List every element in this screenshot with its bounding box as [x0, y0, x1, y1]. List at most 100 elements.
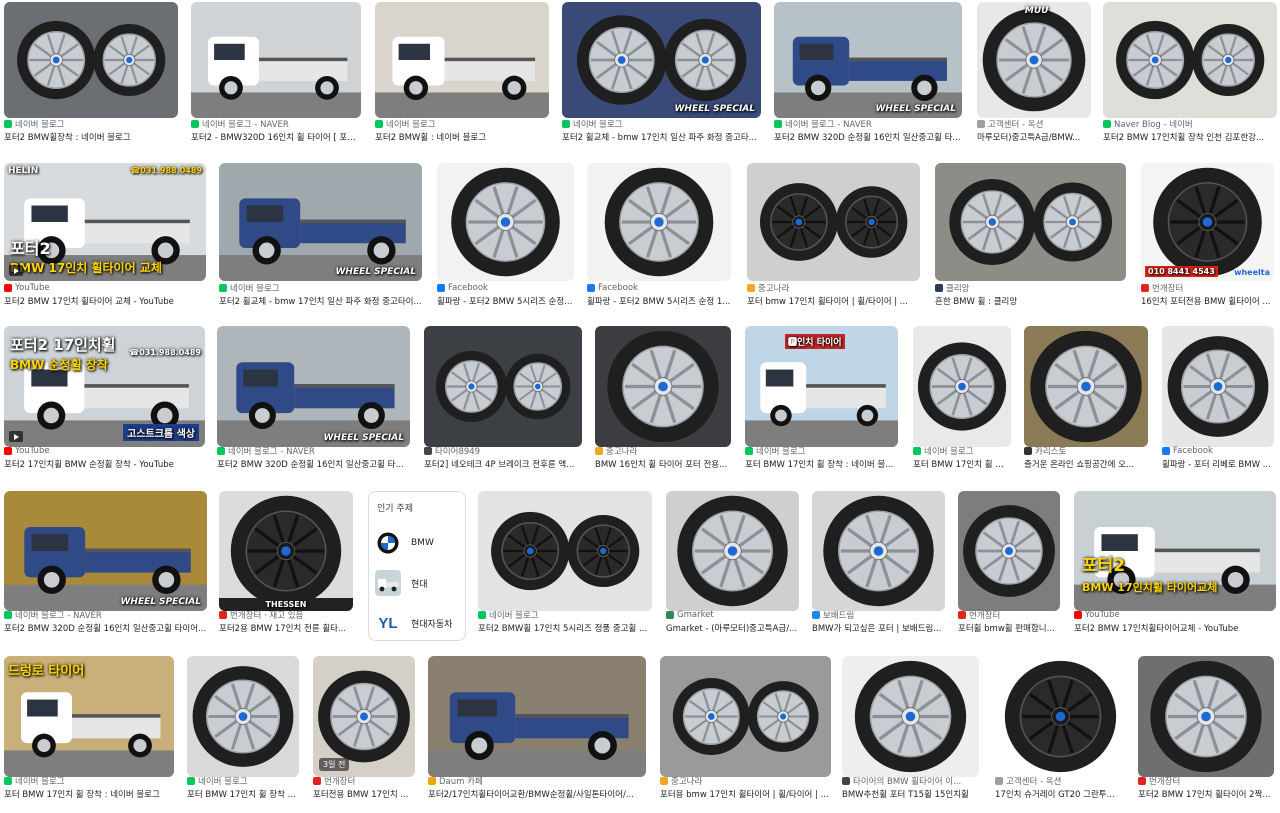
image-result[interactable]: Gmarket Gmarket - (마루모터)중고특A급/...	[666, 491, 799, 642]
image-result[interactable]: 010 8441 4543 wheelta 번개장터 16인치 포터전용 BMW 휠타…	[1141, 163, 1274, 315]
image-result[interactable]: 클리앙 흔한 BMW 휠 : 클리앙	[935, 163, 1126, 315]
result-source[interactable]: 네이버 블로그 - NAVER	[217, 444, 410, 457]
image-result[interactable]: WHEEL SPECIAL 네이버 블로그 포터2 휠교체 - bmw 17인치 일…	[219, 163, 422, 315]
result-source[interactable]: YouTube	[1074, 608, 1276, 621]
image-result[interactable]: WHEEL SPECIAL 네이버 블로그 - NAVER 포터2 BMW 320D…	[774, 2, 962, 151]
image-result[interactable]: WHEEL SPECIAL 네이버 블로그 - NAVER 포터2 BMW 320D…	[4, 491, 207, 642]
result-source[interactable]: 네이버 블로그	[562, 117, 761, 130]
result-source[interactable]: YouTube	[4, 281, 206, 294]
result-source[interactable]: Daum 카페	[428, 774, 646, 787]
result-title[interactable]: 휠파랑 - 포터2 BMW 5시리즈 순정...	[437, 295, 574, 307]
result-thumbnail[interactable]	[660, 656, 831, 777]
result-title[interactable]: 포터 BMW 17인치 휠 장착 : 네이버 블로그	[4, 788, 174, 800]
result-source[interactable]: 타이어의 BMW 휠타이어 이...	[842, 774, 979, 787]
result-thumbnail[interactable]: MUU	[977, 2, 1091, 118]
image-result[interactable]: Facebook 휠파랑 - 포터 리베로 BMW ...	[1162, 326, 1274, 478]
image-result[interactable]: 번개장터 포터휠 bmw휠 판매합니...	[958, 491, 1060, 642]
image-result[interactable]: 중고나라 BMW 16인치 휠 타이어 포터 전용...	[595, 326, 731, 478]
result-source[interactable]: 네이버 블로그	[4, 774, 174, 787]
image-result[interactable]: 네이버 블로그 포터2 BMW휠 17인치 5시리즈 정품 중고휠 ...	[478, 491, 652, 642]
result-thumbnail[interactable]: THESSEN	[219, 491, 353, 611]
result-title[interactable]: BMW가 되고싶은 포터 | 보배드림...	[812, 622, 945, 634]
result-thumbnail[interactable]	[666, 491, 799, 611]
result-source[interactable]: YouTube	[4, 444, 205, 457]
image-result[interactable]: 네이버 블로그 포터 BMW 17인치 휠 장착 ...	[187, 656, 299, 808]
result-source[interactable]: 카리스토	[1024, 444, 1148, 457]
result-title[interactable]: 포터2 - BMW320D 16인치 휠 타이어 [ 포터...	[191, 131, 361, 143]
image-result[interactable]: 포터2 17인치휠 ☎031.988.0489 BMW 순정휠 장착 고스트크롬 색상…	[4, 326, 205, 478]
result-title[interactable]: 포터용 bmw 17인치 휠타이어 | 휠/타이어 | ...	[660, 788, 831, 800]
result-source[interactable]: 중고나라	[595, 444, 731, 457]
result-source[interactable]: 번개장터	[1141, 281, 1274, 294]
result-thumbnail[interactable]: 010 8441 4543 wheelta	[1141, 163, 1274, 281]
result-thumbnail[interactable]	[935, 163, 1126, 281]
result-source[interactable]: 네이버 블로그 - NAVER	[4, 608, 207, 621]
result-source[interactable]: 번개장터 · 재고 있음	[219, 608, 353, 621]
result-title[interactable]: 포터2 BMW휠 17인치 5시리즈 정품 중고휠 ...	[478, 622, 652, 634]
image-result[interactable]: 번개장터 포터2 BMW 17인치 휠타이어 2짝...	[1138, 656, 1274, 808]
image-result[interactable]: Daum 카페 포터2/17인치휠타이어교환/BMW순정휠/사일톤타이어/...	[428, 656, 646, 808]
image-result[interactable]: 타이어8949 포터2] 네오테크 4P 브레이크 전후륜 액...	[424, 326, 582, 478]
result-thumbnail[interactable]: 3일 전	[313, 656, 415, 777]
result-source[interactable]: 고객센터 - 옥션	[977, 117, 1091, 130]
result-source[interactable]: 중고나라	[660, 774, 831, 787]
result-thumbnail[interactable]: WHEEL SPECIAL	[219, 163, 422, 281]
image-result[interactable]: Facebook 휠파랑 - 포터2 BMW 5시리즈 순정...	[437, 163, 574, 315]
result-title[interactable]: 17인치 슈거레이 GT20 그란투...	[995, 788, 1126, 800]
result-thumbnail[interactable]	[428, 656, 646, 777]
result-title[interactable]: 16인치 포터전용 BMW 휠타이어 ...	[1141, 295, 1274, 307]
trending-item-hyundai[interactable]: 현대	[369, 563, 465, 603]
result-title[interactable]: 포터휠 bmw휠 판매합니...	[958, 622, 1060, 634]
result-thumbnail[interactable]	[587, 163, 731, 281]
result-source[interactable]: 중고나라	[747, 281, 920, 294]
image-result[interactable]: 중고나라 포터 bmw 17인치 휠타이어 | 휠/타이어 | ...	[747, 163, 920, 315]
result-title[interactable]: 포터2/17인치휠타이어교환/BMW순정휠/사일톤타이어/...	[428, 788, 646, 800]
result-thumbnail[interactable]: 포터2 BMW 17인치휠 타이어교체	[1074, 491, 1276, 611]
result-thumbnail[interactable]	[812, 491, 945, 611]
image-result[interactable]: Naver Blog - 네이버 포터2 BMW 17인치휠 장착 인천 김포한강…	[1103, 2, 1277, 151]
result-title[interactable]: 포터2 휠교체 - bmw 17인치 일산 파주 화정 중고타이...	[219, 295, 422, 307]
result-source[interactable]: Gmarket	[666, 608, 799, 621]
result-title[interactable]: 휠파랑 - 포터2 BMW 5시리즈 순정 1...	[587, 295, 731, 307]
result-thumbnail[interactable]: WHEEL SPECIAL	[774, 2, 962, 118]
image-result[interactable]: MUU 고객센터 - 옥션 마루모터)중고특A급/BMW...	[977, 2, 1091, 151]
result-title[interactable]: 포터2 BMW휠 : 네이버 블로그	[375, 131, 549, 143]
image-result[interactable]: WHEEL SPECIAL 네이버 블로그 포터2 휠교체 - bmw 17인치 일…	[562, 2, 761, 151]
result-title[interactable]: 포터2 휠교체 - bmw 17인치 일산 파주 화정 중고타...	[562, 131, 761, 143]
result-source[interactable]: 번개장터	[958, 608, 1060, 621]
result-thumbnail[interactable]: 드렁로 타이어	[4, 656, 174, 777]
result-thumbnail[interactable]: 🅿인치 타이어	[745, 326, 898, 447]
result-title[interactable]: 포터2용 BMW 17인치 전륜 휠타...	[219, 622, 353, 634]
result-thumbnail[interactable]	[437, 163, 574, 281]
image-result[interactable]: WHEEL SPECIAL 네이버 블로그 - NAVER 포터2 BMW 320D…	[217, 326, 410, 478]
result-source[interactable]: 고객센터 - 옥션	[995, 774, 1126, 787]
result-source[interactable]: 네이버 블로그	[187, 774, 299, 787]
result-thumbnail[interactable]	[842, 656, 979, 777]
result-title[interactable]: 흔한 BMW 휠 : 클리앙	[935, 295, 1126, 307]
result-source[interactable]: Facebook	[1162, 444, 1274, 457]
result-title[interactable]: 포터전용 BMW 17인치 ...	[313, 788, 415, 800]
result-source[interactable]: 번개장터	[313, 774, 415, 787]
result-thumbnail[interactable]	[958, 491, 1060, 611]
result-thumbnail[interactable]	[1024, 326, 1148, 447]
result-thumbnail[interactable]	[4, 2, 178, 118]
image-result[interactable]: 중고나라 포터용 bmw 17인치 휠타이어 | 휠/타이어 | ...	[660, 656, 831, 808]
result-thumbnail[interactable]	[595, 326, 731, 447]
result-title[interactable]: Gmarket - (마루모터)중고특A급/...	[666, 622, 799, 634]
result-title[interactable]: BMW 16인치 휠 타이어 포터 전용...	[595, 458, 731, 470]
result-title[interactable]: 포터2 17인치휠 BMW 순정휠 장착 - YouTube	[4, 458, 205, 470]
result-thumbnail[interactable]	[1138, 656, 1274, 777]
result-title[interactable]: 휠파랑 - 포터 리베로 BMW ...	[1162, 458, 1274, 470]
image-result[interactable]: 네이버 블로그 포터 BMW 17인치 휠 장...	[913, 326, 1011, 478]
result-title[interactable]: 포터2 BMW휠장착 : 네이버 블로그	[4, 131, 178, 143]
result-thumbnail[interactable]	[424, 326, 582, 447]
image-result[interactable]: 🅿인치 타이어 네이버 블로그 포터 BMW 17인치 휠 장착 : 네이버 블..…	[745, 326, 898, 478]
result-title[interactable]: 포터 bmw 17인치 휠타이어 | 휠/타이어 | ...	[747, 295, 920, 307]
result-source[interactable]: Facebook	[587, 281, 731, 294]
result-title[interactable]: 포터 BMW 17인치 휠 장...	[913, 458, 1011, 470]
result-title[interactable]: 포터2 BMW 17인치 휠타이어 교체 - YouTube	[4, 295, 206, 307]
result-title[interactable]: 포터 BMW 17인치 휠 장착 ...	[187, 788, 299, 800]
result-source[interactable]: 네이버 블로그 - NAVER	[191, 117, 361, 130]
result-source[interactable]: 네이버 블로그	[478, 608, 652, 621]
result-source[interactable]: 번개장터	[1138, 774, 1274, 787]
